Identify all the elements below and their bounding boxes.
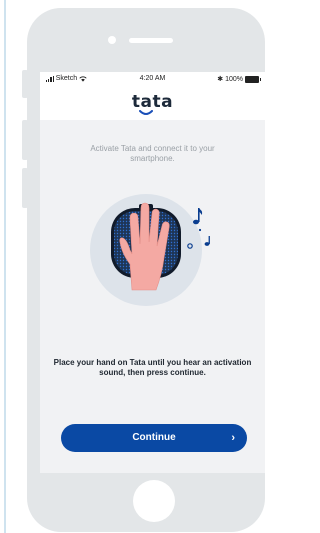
home-button[interactable] <box>133 480 175 522</box>
canvas: Sketch 4:20 AM ✱ 100% tata Activate Tata <box>0 0 265 533</box>
battery-label: 100% <box>225 75 243 83</box>
continue-label: Continue <box>132 432 176 443</box>
app-screen: Sketch 4:20 AM ✱ 100% tata Activate Tata <box>40 72 265 473</box>
app-logo: tata <box>131 92 174 112</box>
app-header: Sketch 4:20 AM ✱ 100% tata <box>40 72 265 120</box>
guide-line <box>4 0 6 533</box>
logo-smile-icon <box>139 110 153 115</box>
status-bar: Sketch 4:20 AM ✱ 100% <box>40 74 265 86</box>
continue-button[interactable]: Continue › <box>61 424 247 452</box>
bluetooth-icon: ✱ <box>217 76 224 83</box>
onboarding-instruction: Place your hand on Tata until you hear a… <box>53 358 252 377</box>
chevron-right-icon: › <box>231 432 235 444</box>
earpiece-speaker <box>129 38 173 43</box>
status-right: ✱ 100% <box>217 75 261 83</box>
battery-icon <box>245 75 261 83</box>
hand-on-device-illustration <box>90 194 210 306</box>
front-camera <box>108 36 116 44</box>
onboarding-subtitle: Activate Tata and connect it to your sma… <box>90 144 215 163</box>
